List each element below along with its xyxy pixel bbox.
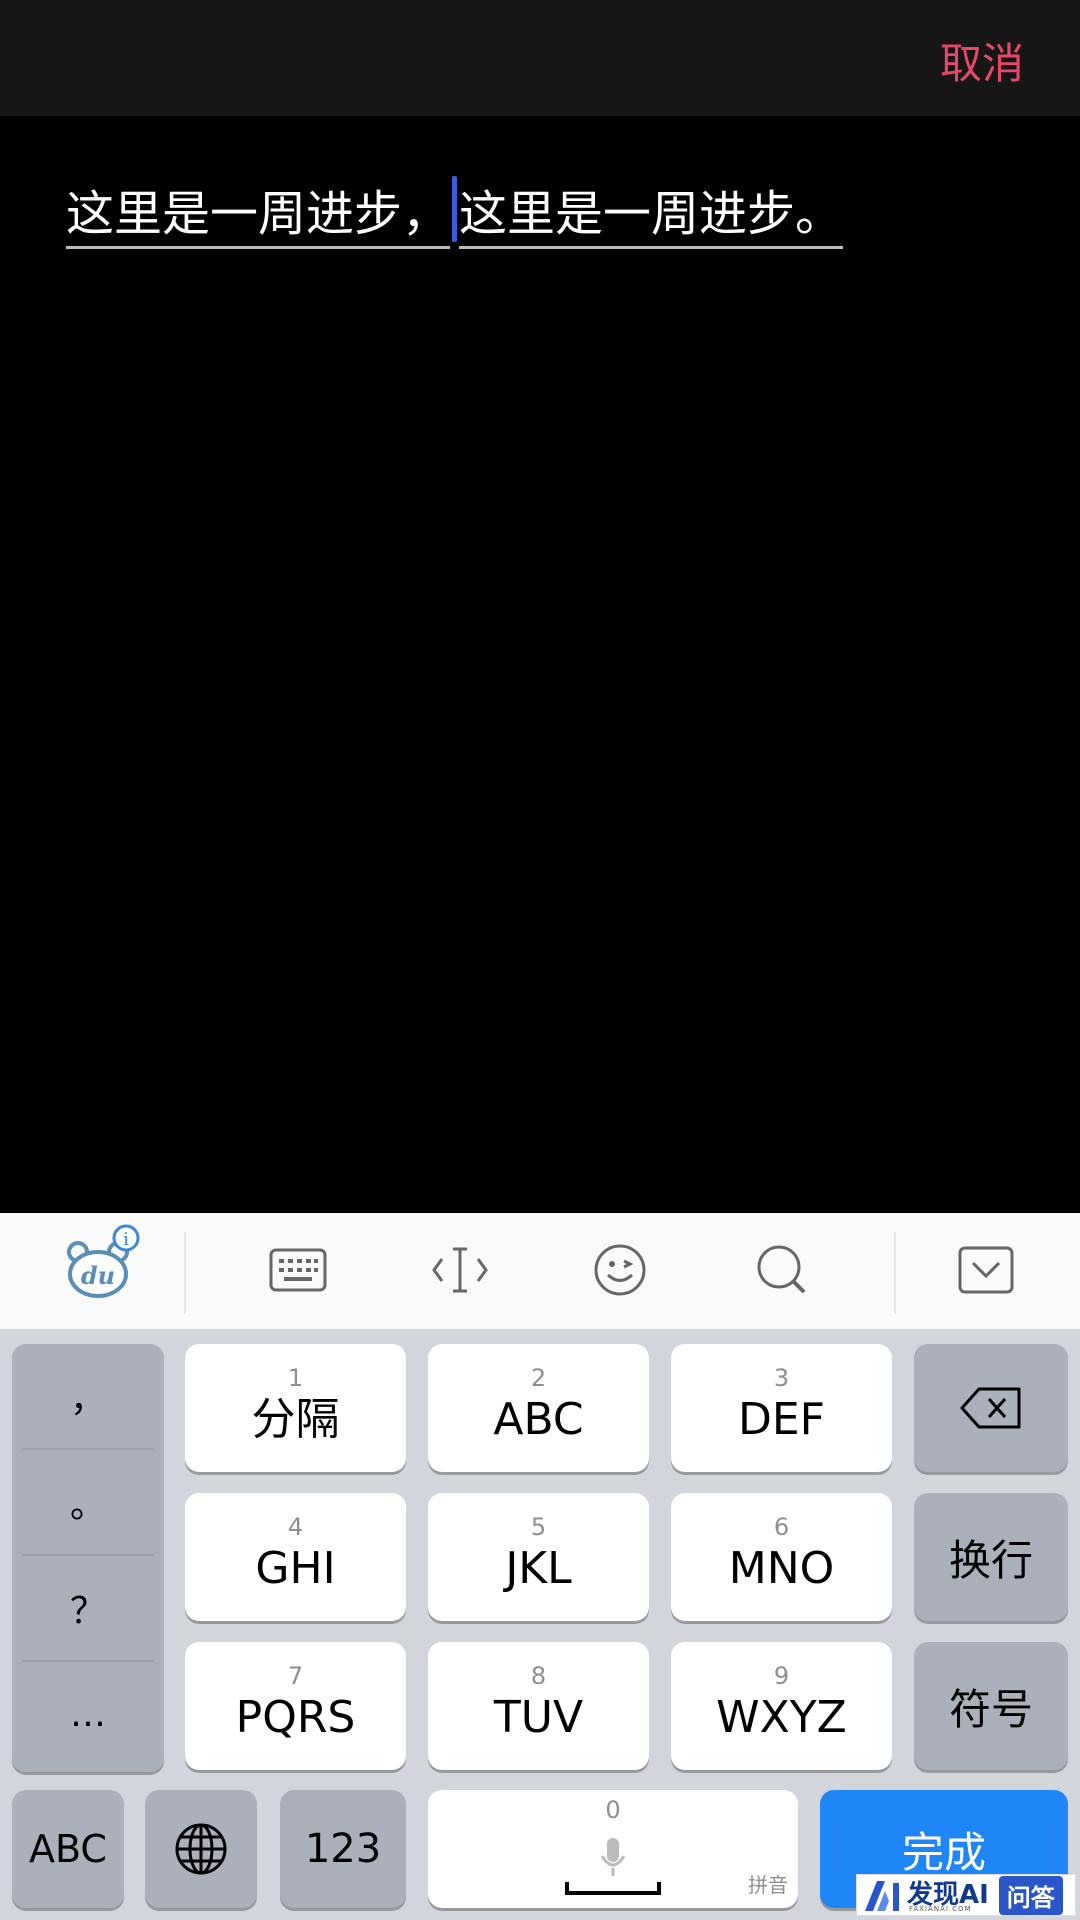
baidu-du-logo-icon[interactable]: du i [60, 1222, 144, 1306]
watermark-badge: 问答 [998, 1875, 1063, 1915]
punct-comma-key[interactable]: ， [12, 1344, 164, 1448]
key-label: ABC [493, 1394, 584, 1445]
punct-ellipsis-key[interactable]: … [12, 1662, 164, 1766]
key-6[interactable]: 6 MNO [671, 1493, 892, 1621]
abc-key-label: ABC [29, 1827, 107, 1871]
key-number: 5 [530, 1513, 547, 1541]
toolbar-divider [184, 1232, 186, 1314]
key-3[interactable]: 3 DEF [671, 1344, 892, 1472]
backspace-icon [960, 1387, 1021, 1429]
search-icon[interactable] [750, 1240, 814, 1300]
svg-text:du: du [81, 1261, 115, 1290]
key-number: 4 [287, 1513, 304, 1541]
backspace-key[interactable] [914, 1344, 1068, 1472]
key-number: 0 [605, 1796, 621, 1824]
emoji-icon[interactable] [588, 1240, 652, 1300]
top-bar: 取消 [0, 0, 1080, 116]
symbols-key[interactable]: 符号 [914, 1642, 1068, 1770]
key-label: GHI [255, 1543, 336, 1594]
editor-text[interactable]: 这里是一周进步， 这里是一周进步。 [66, 176, 844, 249]
key-label: 分隔 [251, 1394, 340, 1445]
key-label: JKL [505, 1543, 572, 1594]
key-9[interactable]: 9 WXYZ [671, 1642, 892, 1770]
newline-key[interactable]: 换行 [914, 1493, 1068, 1621]
cancel-button[interactable]: 取消 [940, 30, 1024, 91]
key-8[interactable]: 8 TUV [428, 1642, 649, 1770]
cursor-move-icon[interactable] [428, 1240, 492, 1300]
punctuation-column: ， 。 ？ … [12, 1344, 164, 1772]
text-after-caret: 这里是一周进步。 [459, 184, 844, 249]
text-editor[interactable] [0, 116, 1080, 1213]
microphone-icon [600, 1838, 626, 1876]
text-before-caret: 这里是一周进步， [66, 184, 451, 249]
toolbar-divider [894, 1232, 896, 1314]
svg-text:i: i [123, 1229, 129, 1250]
space-key[interactable]: 0 拼音 [428, 1790, 798, 1908]
key-number: 9 [773, 1662, 790, 1690]
space-key-hint: 拼音 [748, 1873, 788, 1897]
key-5[interactable]: 5 JKL [428, 1493, 649, 1621]
key-1[interactable]: 1 分隔 [185, 1344, 406, 1472]
symbols-key-label: 符号 [948, 1684, 1033, 1734]
punct-question-key[interactable]: ？ [12, 1556, 164, 1660]
done-key-label: 完成 [901, 1827, 986, 1877]
key-label: PQRS [235, 1692, 356, 1743]
key-number: 6 [773, 1513, 790, 1541]
keyboard-icon[interactable] [266, 1240, 330, 1300]
abc-switch-key[interactable]: ABC [12, 1790, 124, 1908]
hide-keyboard-icon[interactable] [954, 1240, 1018, 1300]
key-number: 1 [287, 1364, 304, 1392]
punct-period-key[interactable]: 。 [12, 1450, 164, 1554]
key-label: MNO [728, 1543, 835, 1594]
key-number: 3 [773, 1364, 790, 1392]
watermark-logo-icon [865, 1881, 899, 1911]
key-number: 7 [287, 1662, 304, 1690]
key-2[interactable]: 2 ABC [428, 1344, 649, 1472]
text-caret [452, 176, 458, 242]
key-number: 8 [530, 1662, 547, 1690]
key-label: WXYZ [716, 1692, 847, 1743]
space-bar-icon [565, 1882, 661, 1895]
numeric-switch-key[interactable]: 123 [280, 1790, 406, 1908]
watermark-sub: FAXIANAI.COM [909, 1905, 972, 1913]
watermark: 发现AI FAXIANAI.COM 问答 [856, 1874, 1076, 1916]
globe-icon [175, 1823, 227, 1875]
key-label: TUV [493, 1692, 584, 1743]
numeric-key-label: 123 [304, 1826, 382, 1872]
globe-key[interactable] [145, 1790, 257, 1908]
key-4[interactable]: 4 GHI [185, 1493, 406, 1621]
key-7[interactable]: 7 PQRS [185, 1642, 406, 1770]
key-number: 2 [530, 1364, 547, 1392]
newline-key-label: 换行 [948, 1535, 1033, 1585]
keyboard-toolbar [0, 1213, 1080, 1329]
key-label: DEF [738, 1394, 825, 1445]
